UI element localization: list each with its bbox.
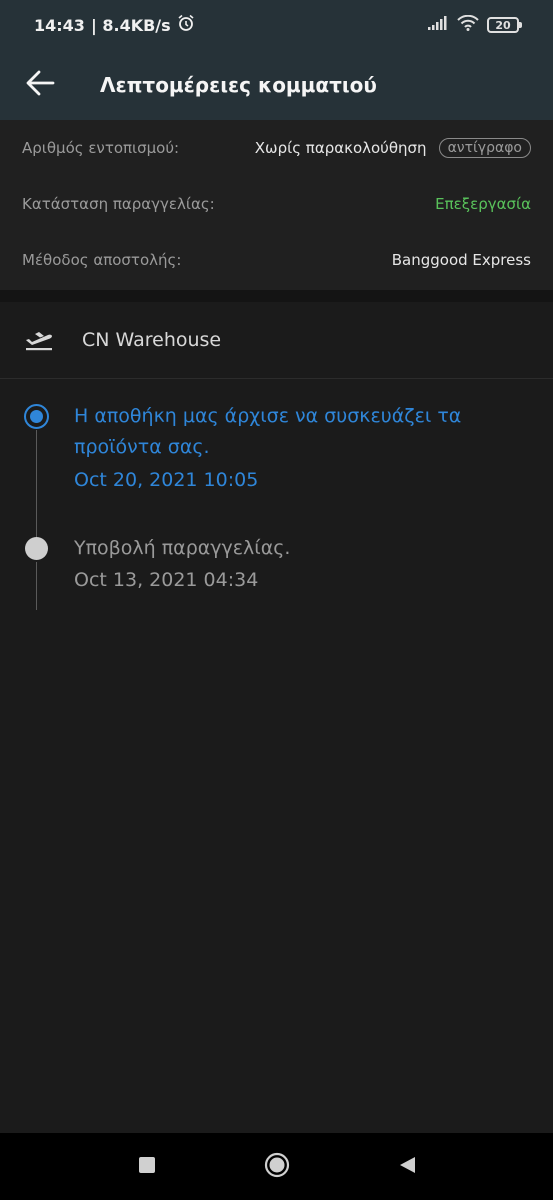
method-row: Μέθοδος αποστολής: Banggood Express [0, 232, 553, 288]
wifi-icon [457, 14, 479, 35]
warehouse-name: CN Warehouse [82, 329, 222, 351]
arrow-left-icon [25, 70, 55, 100]
recents-button[interactable] [127, 1147, 167, 1187]
method-label: Μέθοδος αποστολής: [22, 251, 182, 269]
status-right: 20 [427, 14, 522, 35]
timeline-event: Η αποθήκη μας άρχισε να συσκευάζει τα πρ… [74, 401, 494, 496]
event-text: Η αποθήκη μας άρχισε να συσκευάζει τα πρ… [74, 405, 462, 458]
page-title: Λεπτομέρειες κομματιού [100, 73, 377, 97]
status-label: Κατάσταση παραγγελίας: [22, 195, 215, 213]
network-speed: | 8.4KB/s [90, 15, 171, 35]
timeline-connector [36, 562, 37, 610]
battery-level: 20 [495, 18, 511, 32]
home-circle-icon [264, 1152, 290, 1182]
event-timestamp: Oct 13, 2021 04:34 [74, 569, 259, 591]
system-nav-bar [0, 1133, 553, 1200]
signal-icon [427, 15, 449, 35]
copy-button[interactable]: αντίγραφο [438, 138, 531, 158]
shipment-info: Αριθμός εντοπισμού: Χωρίς παρακολούθηση … [0, 120, 553, 290]
tracking-row: Αριθμός εντοπισμού: Χωρίς παρακολούθηση … [0, 120, 553, 176]
app-header: Λεπτομέρειες κομματιού [0, 50, 553, 120]
plane-takeoff-icon [24, 325, 54, 355]
warehouse-header: CN Warehouse [0, 302, 553, 379]
status-time: 14:43 [34, 15, 85, 35]
recents-square-icon [138, 1156, 156, 1178]
status-row: Κατάσταση παραγγελίας: Επεξεργασία [0, 176, 553, 232]
back-triangle-icon [397, 1155, 417, 1179]
timeline-dot-active [24, 404, 49, 429]
back-button[interactable] [0, 50, 80, 120]
timeline-connector [36, 430, 37, 540]
timeline-event: Υποβολή παραγγελίας. Oct 13, 2021 04:34 [74, 533, 290, 596]
alarm-icon [177, 14, 195, 36]
status-value: Επεξεργασία [435, 195, 531, 213]
status-left: 14:43 | 8.4KB/s [34, 14, 195, 36]
status-bar: 14:43 | 8.4KB/s 20 [0, 0, 553, 50]
tracking-label: Αριθμός εντοπισμού: [22, 139, 180, 157]
tracking-value: Χωρίς παρακολούθηση [254, 139, 427, 157]
nav-back-button[interactable] [387, 1147, 427, 1187]
timeline-dot [25, 537, 48, 560]
battery-icon: 20 [487, 17, 522, 33]
event-timestamp: Oct 20, 2021 10:05 [74, 469, 259, 491]
home-button[interactable] [257, 1147, 297, 1187]
method-value: Banggood Express [391, 251, 531, 269]
event-text: Υποβολή παραγγελίας. [74, 537, 291, 559]
section-divider [0, 290, 553, 302]
